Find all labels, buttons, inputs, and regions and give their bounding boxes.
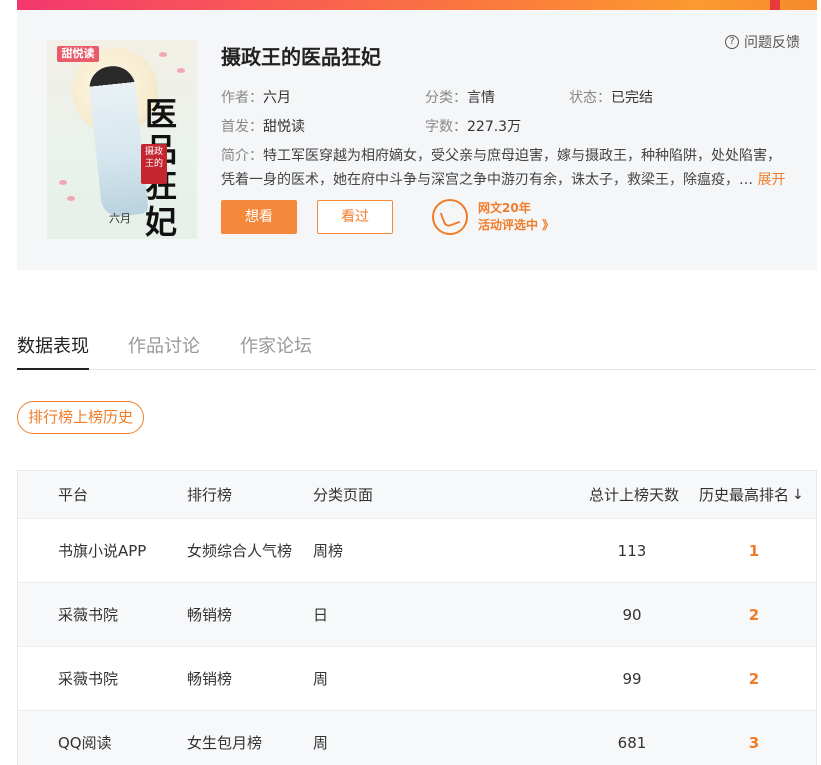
sort-down-arrow-icon[interactable]: ↓	[792, 487, 804, 503]
first-pub-value: 甜悦读	[263, 119, 305, 135]
intro-key: 简介：	[221, 148, 263, 164]
word-count-value: 227.3万	[467, 119, 522, 135]
book-cover[interactable]: 甜悦读 医品狂妃 摄政王的 六月	[47, 40, 197, 239]
cell-days: 99	[622, 669, 642, 688]
status-key: 状态：	[569, 90, 611, 106]
first-pub-field: 首发：甜悦读	[221, 116, 305, 136]
rank-value: 2	[748, 669, 760, 688]
book-info-card: 甜悦读 医品狂妃 摄政王的 六月 摄政王的医品狂妃 ? 问题反馈 作者：六月 分…	[17, 10, 817, 270]
cell-days: 681	[617, 733, 647, 752]
cell-chart: 畅销榜	[187, 670, 233, 688]
table-row: QQ阅读 女生包月榜 周 681 3	[18, 711, 816, 765]
cell-rank: 3	[696, 711, 812, 765]
rank-value: 1	[748, 541, 760, 560]
cell-platform: 书旗小说APP	[58, 542, 147, 560]
intro-line-1: 简介：特工军医穿越为相府嫡女，受父亲与庶母迫害，嫁与摄政王，种种陷阱，处处陷害，	[221, 144, 801, 168]
want-read-button[interactable]: 想看	[221, 200, 297, 234]
expand-link[interactable]: 展开	[757, 172, 785, 188]
header-page: 分类页面	[313, 486, 374, 504]
intro-text-2: 凭着一身的医术，她在府中斗争与深宫之争中游刃有余，诛太子，救梁王，除瘟疫，…	[221, 172, 753, 188]
category-field: 分类：言情	[425, 87, 495, 107]
tab-data-performance[interactable]: 数据表现	[17, 332, 89, 358]
header-platform: 平台	[58, 486, 89, 504]
status-value: 已完结	[611, 90, 653, 106]
petal-decoration	[67, 196, 75, 201]
feedback-link[interactable]: ? 问题反馈	[725, 32, 800, 52]
category-key: 分类：	[425, 90, 467, 106]
cover-author-mark: 六月	[109, 212, 131, 225]
word-count-field: 字数：227.3万	[425, 116, 521, 136]
status-field: 状态：已完结	[569, 87, 653, 107]
table-row: 采薇书院 畅销榜 日 90 2	[18, 583, 816, 647]
cell-rank: 2	[696, 647, 812, 710]
author-value[interactable]: 六月	[263, 90, 291, 106]
first-pub-key: 首发：	[221, 119, 263, 135]
cell-platform: QQ阅读	[58, 734, 112, 752]
cell-rank: 1	[696, 519, 812, 582]
cover-seal: 摄政王的	[141, 144, 167, 184]
cell-page: 周榜	[313, 542, 344, 560]
promo-text: 网文20年 活动评选中 》	[478, 200, 554, 234]
tab-author-forum[interactable]: 作家论坛	[240, 332, 312, 358]
question-icon: ?	[725, 35, 739, 49]
table-header: 平台 排行榜 分类页面 总计上榜天数 历史最高排名 ↓	[18, 471, 816, 519]
petal-decoration	[159, 52, 167, 57]
promo-line-1: 网文20年	[478, 201, 531, 215]
intro-line-2: 凭着一身的医术，她在府中斗争与深宫之争中游刃有余，诛太子，救梁王，除瘟疫，… 展…	[221, 168, 801, 192]
promo-line-2: 活动评选中 》	[478, 218, 555, 232]
have-read-button[interactable]: 看过	[317, 200, 393, 234]
cover-logo: 甜悦读	[57, 46, 99, 62]
tab-work-discussion[interactable]: 作品讨论	[128, 332, 200, 358]
cell-page: 周	[313, 734, 329, 752]
cell-rank: 2	[696, 583, 812, 646]
header-rank[interactable]: 历史最高排名 ↓	[699, 471, 804, 518]
book-intro: 简介：特工军医穿越为相府嫡女，受父亲与庶母迫害，嫁与摄政王，种种陷阱，处处陷害，…	[221, 144, 801, 192]
cell-chart: 畅销榜	[187, 606, 233, 624]
intro-text-1: 特工军医穿越为相府嫡女，受父亲与庶母迫害，嫁与摄政王，种种陷阱，处处陷害，	[263, 148, 781, 164]
rank-value: 2	[748, 605, 760, 624]
table-row: 采薇书院 畅销榜 周 99 2	[18, 647, 816, 711]
banner-mark	[770, 0, 780, 10]
petal-decoration	[59, 180, 67, 185]
ranking-table: 平台 排行榜 分类页面 总计上榜天数 历史最高排名 ↓ 书旗小说APP 女频综合…	[17, 470, 817, 765]
book-title: 摄政王的医品狂妃	[221, 45, 381, 69]
author-field: 作者：六月	[221, 87, 291, 107]
cell-page: 周	[313, 670, 329, 688]
promo-badge-link[interactable]: 网文20年 活动评选中 》	[432, 199, 554, 235]
feedback-label: 问题反馈	[744, 35, 800, 51]
rank-value: 3	[748, 733, 760, 752]
cell-days: 113	[617, 541, 647, 560]
active-tab-underline	[17, 368, 89, 370]
word-count-key: 字数：	[425, 119, 467, 135]
cell-days: 90	[622, 605, 642, 624]
header-days[interactable]: 总计上榜天数	[589, 471, 679, 518]
ranking-history-pill[interactable]: 排行榜上榜历史	[17, 401, 145, 434]
cell-chart: 女生包月榜	[187, 734, 263, 752]
petal-decoration	[177, 68, 185, 73]
header-chart: 排行榜	[187, 486, 233, 504]
table-row: 书旗小说APP 女频综合人气榜 周榜 113 1	[18, 519, 816, 583]
cell-page: 日	[313, 606, 329, 624]
header-rank-label: 历史最高排名	[699, 486, 790, 504]
top-banner-strip	[17, 0, 817, 10]
cell-chart: 女频综合人气榜	[187, 542, 293, 560]
author-key: 作者：	[221, 90, 263, 106]
quill-badge-icon	[432, 199, 468, 235]
cell-platform: 采薇书院	[58, 606, 119, 624]
content-tabs: 数据表现 作品讨论 作家论坛	[17, 328, 817, 370]
category-value: 言情	[467, 90, 495, 106]
cell-platform: 采薇书院	[58, 670, 119, 688]
